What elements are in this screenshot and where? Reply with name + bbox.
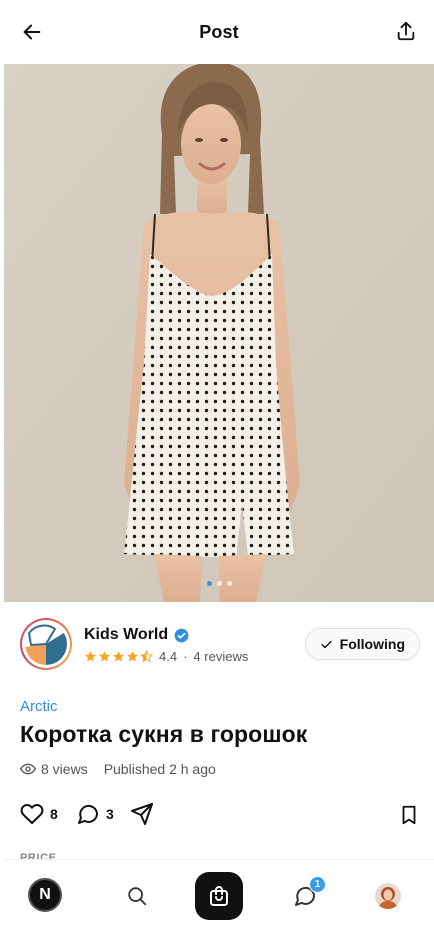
search-icon bbox=[128, 887, 147, 906]
reviews-count: 4 reviews bbox=[193, 649, 249, 664]
nav-shop[interactable] bbox=[195, 872, 243, 920]
send-button[interactable] bbox=[130, 802, 154, 826]
share-button[interactable] bbox=[392, 17, 420, 45]
back-button[interactable] bbox=[18, 18, 46, 46]
star-icon bbox=[112, 651, 125, 662]
star-half-icon bbox=[140, 650, 153, 663]
page-title: Post bbox=[199, 21, 239, 42]
share-icon bbox=[397, 21, 415, 41]
product-photo bbox=[4, 64, 434, 602]
heart-icon bbox=[20, 804, 44, 824]
carousel-dot[interactable] bbox=[216, 581, 222, 586]
views-count: 8 views bbox=[41, 761, 88, 777]
category-link[interactable]: Arctic bbox=[20, 698, 58, 715]
comment-icon bbox=[78, 804, 99, 824]
carousel-dots bbox=[4, 581, 434, 586]
post-actions: 8 3 bbox=[20, 802, 420, 830]
carousel-dot[interactable] bbox=[206, 581, 212, 586]
app-logo-badge: N bbox=[28, 878, 62, 912]
like-button[interactable]: 8 bbox=[20, 802, 58, 826]
rating-value: 4.4 bbox=[159, 649, 178, 664]
carousel-dot[interactable] bbox=[226, 581, 232, 586]
seller-rating[interactable]: 4.4 · 4 reviews bbox=[84, 649, 248, 664]
following-label: Following bbox=[339, 636, 405, 652]
bookmark-icon bbox=[402, 805, 416, 825]
seller-name[interactable]: Kids World bbox=[84, 626, 168, 644]
shopping-bag-icon bbox=[210, 886, 228, 906]
profile-avatar bbox=[375, 883, 401, 909]
post-meta: 8 views Published 2 h ago bbox=[20, 761, 216, 777]
rating-stars bbox=[84, 650, 153, 663]
star-icon bbox=[84, 651, 97, 662]
app-header: Post bbox=[4, 0, 434, 64]
product-image-carousel[interactable] bbox=[4, 64, 434, 602]
rating-separator: · bbox=[183, 649, 188, 664]
likes-count: 8 bbox=[50, 806, 58, 822]
unread-badge: 1 bbox=[309, 876, 326, 893]
eye-icon bbox=[20, 763, 36, 775]
nav-search[interactable] bbox=[123, 882, 151, 910]
nav-profile[interactable] bbox=[374, 882, 402, 910]
post-title: Коротка сукня в горошок bbox=[20, 721, 308, 747]
nav-home[interactable]: N bbox=[28, 878, 62, 912]
send-icon bbox=[131, 803, 153, 825]
post-page: Post Kids World 4.4 · 4 reviews Followin… bbox=[4, 0, 434, 930]
bottom-navigation: N 1 bbox=[4, 859, 434, 930]
seller-logo-icon bbox=[25, 623, 67, 665]
star-icon bbox=[98, 651, 111, 662]
check-icon bbox=[321, 640, 332, 648]
arrow-left-icon bbox=[23, 24, 41, 40]
bookmark-button[interactable] bbox=[398, 804, 420, 831]
comments-count: 3 bbox=[106, 806, 114, 822]
verified-badge-icon bbox=[174, 628, 189, 642]
following-button[interactable]: Following bbox=[304, 628, 420, 660]
seller-row: Kids World 4.4 · 4 reviews Following bbox=[20, 618, 420, 670]
published-time: Published 2 h ago bbox=[103, 761, 216, 777]
seller-avatar[interactable] bbox=[20, 618, 72, 670]
nav-messages[interactable]: 1 bbox=[291, 876, 326, 910]
comment-button[interactable]: 3 bbox=[76, 802, 114, 826]
star-icon bbox=[126, 651, 139, 662]
